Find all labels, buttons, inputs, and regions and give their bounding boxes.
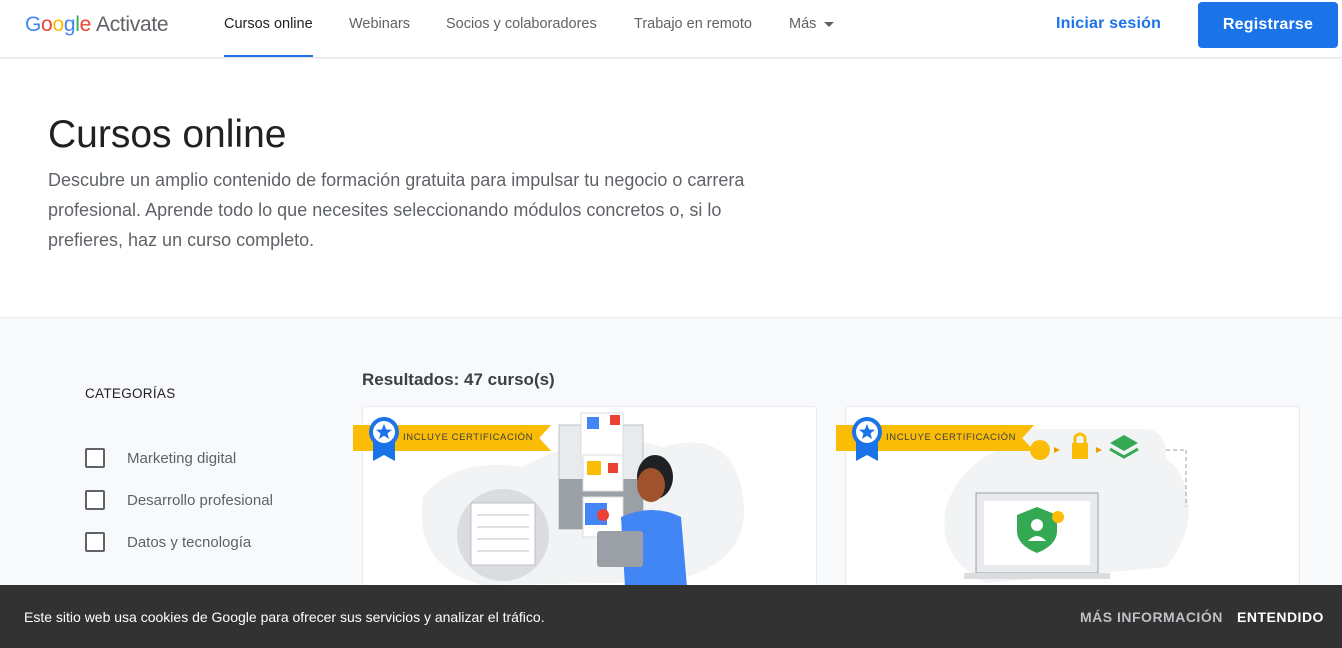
logo-letter: o [41,13,53,36]
checkbox[interactable] [85,448,105,468]
logo-letter: G [25,13,42,36]
signin-link[interactable]: Iniciar sesión [1056,15,1161,33]
course-card[interactable]: INCLUYE CERTIFICACIÓN [836,406,1300,606]
category-label: Desarrollo profesional [127,491,273,509]
cookie-accept-button[interactable]: ENTENDIDO [1237,609,1324,625]
category-label: Marketing digital [127,449,237,467]
nav-item-webinars[interactable]: Webinars [349,0,410,57]
nav-item-cursos-online[interactable]: Cursos online [224,0,313,57]
categories-title: CATEGORÍAS [85,386,176,401]
page-description: Descubre un amplio contenido de formació… [48,170,745,250]
top-header: Google Activate Cursos online Webinars So… [0,0,1342,57]
nav-item-mas-label: Más [789,16,817,32]
logo-letter: g [63,13,76,36]
nav-item-mas[interactable]: Más [789,0,835,57]
results-count: Resultados: 47 curso(s) [362,370,555,389]
logo-letter: e [79,13,92,36]
google-activate-logo[interactable]: Google Activate [25,13,169,37]
cookie-message: Este sitio web usa cookies de Google par… [24,609,545,625]
course-card[interactable]: INCLUYE CERTIFICACIÓN [353,406,817,606]
category-label: Datos y tecnología [127,533,252,551]
nav-item-socios[interactable]: Socios y colaboradores [446,0,597,57]
checkbox[interactable] [85,532,105,552]
page-title: Cursos online [48,113,287,156]
category-filter-desarrollo[interactable]: Desarrollo profesional [85,489,273,511]
checkbox[interactable] [85,490,105,510]
cookie-banner: Este sitio web usa cookies de Google par… [0,585,1342,648]
nav-item-trabajo-remoto[interactable]: Trabajo en remoto [634,0,752,57]
category-filter-datos[interactable]: Datos y tecnología [85,531,251,553]
register-button[interactable]: Registrarse [1198,2,1338,48]
chevron-down-icon [824,21,835,27]
medal-icon [852,417,882,461]
medal-icon [369,417,399,461]
logo-product-name: Activate [95,13,169,36]
cookie-more-info-link[interactable]: MÁS INFORMACIÓN [1080,609,1223,625]
category-filter-marketing[interactable]: Marketing digital [85,447,236,469]
logo-letter: o [52,13,64,36]
